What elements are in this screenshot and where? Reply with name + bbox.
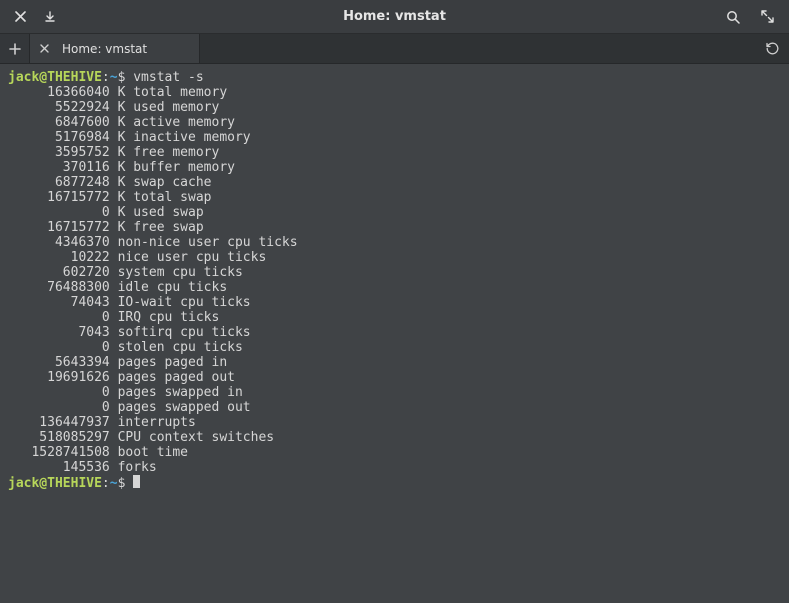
output-line: 3595752 K free memory: [8, 145, 781, 160]
cursor: [133, 475, 140, 488]
prompt-path: ~: [110, 476, 118, 491]
terminal[interactable]: jack@THEHIVE:~$ vmstat -s 16366040 K tot…: [0, 64, 789, 603]
prompt-user-host: jack@THEHIVE: [8, 476, 102, 491]
history-icon[interactable]: [755, 34, 789, 63]
output-line: 76488300 idle cpu ticks: [8, 280, 781, 295]
window-title: Home: vmstat: [70, 9, 719, 24]
output-line: 0 pages swapped in: [8, 385, 781, 400]
prompt-path: ~: [110, 70, 118, 85]
tabbar: Home: vmstat: [0, 34, 789, 64]
fullscreen-icon[interactable]: [759, 9, 775, 25]
output-line: 602720 system cpu ticks: [8, 265, 781, 280]
prompt-dollar: $: [118, 70, 134, 85]
output-line: 16715772 K free swap: [8, 220, 781, 235]
output-line: 5176984 K inactive memory: [8, 130, 781, 145]
tabbar-spacer: [200, 34, 755, 63]
output-line: 7043 softirq cpu ticks: [8, 325, 781, 340]
command-text: vmstat -s: [133, 70, 203, 85]
output-line: 145536 forks: [8, 460, 781, 475]
output-line: 10222 nice user cpu ticks: [8, 250, 781, 265]
output-line: 5522924 K used memory: [8, 100, 781, 115]
download-icon[interactable]: [42, 9, 58, 25]
tab-home-vmstat[interactable]: Home: vmstat: [30, 34, 200, 63]
output-line: 16366040 K total memory: [8, 85, 781, 100]
output-line: 0 IRQ cpu ticks: [8, 310, 781, 325]
output-line: 16715772 K total swap: [8, 190, 781, 205]
prompt-line: jack@THEHIVE:~$: [8, 475, 781, 491]
output-line: 370116 K buffer memory: [8, 160, 781, 175]
new-tab-button[interactable]: [0, 34, 30, 63]
prompt-sep: :: [102, 476, 110, 491]
prompt-sep: :: [102, 70, 110, 85]
close-icon[interactable]: [12, 9, 28, 25]
prompt-user-host: jack@THEHIVE: [8, 70, 102, 85]
terminal-window: Home: vmstat Home: vmstat jack@THEHIVE:~…: [0, 0, 789, 603]
output-line: 5643394 pages paged in: [8, 355, 781, 370]
prompt-dollar: $: [118, 476, 134, 491]
output-line: 0 stolen cpu ticks: [8, 340, 781, 355]
output-line: 0 pages swapped out: [8, 400, 781, 415]
tab-close-icon[interactable]: [36, 41, 52, 57]
tab-label: Home: vmstat: [62, 42, 147, 56]
output-line: 74043 IO-wait cpu ticks: [8, 295, 781, 310]
output-line: 4346370 non-nice user cpu ticks: [8, 235, 781, 250]
output-line: 1528741508 boot time: [8, 445, 781, 460]
output-line: 19691626 pages paged out: [8, 370, 781, 385]
titlebar: Home: vmstat: [0, 0, 789, 34]
prompt-line: jack@THEHIVE:~$ vmstat -s: [8, 70, 781, 85]
output-line: 518085297 CPU context switches: [8, 430, 781, 445]
output-line: 6877248 K swap cache: [8, 175, 781, 190]
output-line: 6847600 K active memory: [8, 115, 781, 130]
output-line: 0 K used swap: [8, 205, 781, 220]
search-icon[interactable]: [725, 9, 741, 25]
output-line: 136447937 interrupts: [8, 415, 781, 430]
